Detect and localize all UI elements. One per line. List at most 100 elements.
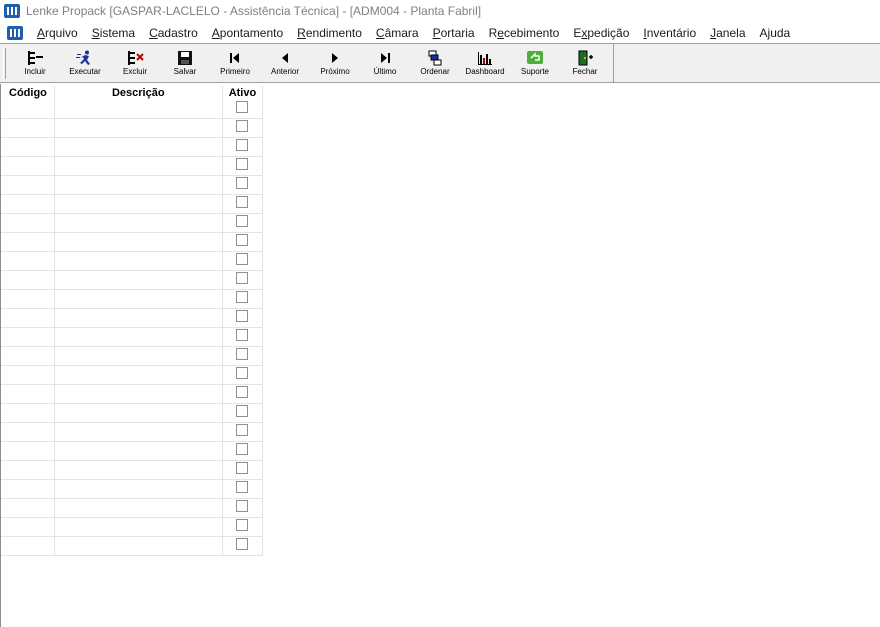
table-row[interactable] <box>1 251 264 271</box>
ultimo-button[interactable]: Último <box>360 47 410 80</box>
cell-descricao[interactable] <box>54 536 223 556</box>
cell-descricao[interactable] <box>54 137 223 157</box>
cell-descricao[interactable] <box>54 289 223 309</box>
table-row[interactable] <box>1 327 264 347</box>
cell-codigo[interactable] <box>1 346 55 366</box>
cell-codigo[interactable] <box>1 327 55 347</box>
cell-codigo[interactable] <box>1 137 55 157</box>
table-row[interactable] <box>1 232 264 252</box>
cell-descricao[interactable] <box>54 118 223 138</box>
table-row[interactable] <box>1 137 264 157</box>
cell-descricao[interactable] <box>54 384 223 404</box>
ordenar-button[interactable]: Ordenar <box>410 47 460 80</box>
document-window-icon[interactable] <box>7 25 23 40</box>
column-header-descricao[interactable]: Descrição <box>54 86 223 100</box>
toolbar-grip[interactable] <box>3 48 6 79</box>
cell-descricao[interactable] <box>54 441 223 461</box>
ativo-checkbox[interactable] <box>236 386 249 398</box>
cell-codigo[interactable] <box>1 308 55 328</box>
table-row[interactable] <box>1 175 264 195</box>
table-row[interactable] <box>1 498 264 518</box>
ativo-checkbox[interactable] <box>236 329 249 341</box>
menu-cadastro[interactable]: Cadastro <box>142 26 205 40</box>
proximo-button[interactable]: Próximo <box>310 47 360 80</box>
cell-codigo[interactable] <box>1 118 55 138</box>
column-header-codigo[interactable]: Código <box>1 86 55 100</box>
excluir-button[interactable]: Excluir <box>110 47 160 80</box>
ativo-checkbox[interactable] <box>236 120 249 132</box>
table-row[interactable] <box>1 365 264 385</box>
dashboard-button[interactable]: Dashboard <box>460 47 510 80</box>
table-row[interactable] <box>1 517 264 537</box>
cell-descricao[interactable] <box>54 422 223 442</box>
cell-descricao[interactable] <box>54 327 223 347</box>
menu-expedicao[interactable]: Expedição <box>566 26 636 40</box>
menu-portaria[interactable]: Portaria <box>426 26 482 40</box>
salvar-button[interactable]: Salvar <box>160 47 210 80</box>
cell-codigo[interactable] <box>1 384 55 404</box>
ativo-checkbox[interactable] <box>236 348 249 360</box>
ativo-checkbox[interactable] <box>236 215 249 227</box>
cell-codigo[interactable] <box>1 289 55 309</box>
menu-apontamento[interactable]: Apontamento <box>205 26 290 40</box>
cell-codigo[interactable] <box>1 479 55 499</box>
cell-descricao[interactable] <box>54 156 223 176</box>
cell-codigo[interactable] <box>1 100 55 119</box>
ativo-checkbox[interactable] <box>236 538 249 550</box>
ativo-checkbox[interactable] <box>236 139 249 151</box>
ativo-checkbox[interactable] <box>236 481 249 493</box>
app-logo-icon[interactable] <box>4 4 20 18</box>
table-row[interactable] <box>1 403 264 423</box>
cell-codigo[interactable] <box>1 498 55 518</box>
ativo-checkbox[interactable] <box>236 253 249 265</box>
table-row[interactable] <box>1 308 264 328</box>
ativo-checkbox[interactable] <box>236 424 249 436</box>
table-row[interactable] <box>1 100 264 119</box>
menu-janela[interactable]: Janela <box>703 26 752 40</box>
cell-descricao[interactable] <box>54 232 223 252</box>
incluir-button[interactable]: Incluir <box>10 47 60 80</box>
cell-descricao[interactable] <box>54 365 223 385</box>
cell-descricao[interactable] <box>54 100 223 119</box>
cell-descricao[interactable] <box>54 498 223 518</box>
ativo-checkbox[interactable] <box>236 101 249 113</box>
table-row[interactable] <box>1 441 264 461</box>
menu-rendimento[interactable]: Rendimento <box>290 26 369 40</box>
ativo-checkbox[interactable] <box>236 462 249 474</box>
menu-camara[interactable]: Câmara <box>369 26 426 40</box>
cell-codigo[interactable] <box>1 194 55 214</box>
cell-codigo[interactable] <box>1 460 55 480</box>
ativo-checkbox[interactable] <box>236 405 249 417</box>
cell-codigo[interactable] <box>1 365 55 385</box>
ativo-checkbox[interactable] <box>236 177 249 189</box>
ativo-checkbox[interactable] <box>236 443 249 455</box>
table-row[interactable] <box>1 422 264 442</box>
cell-descricao[interactable] <box>54 175 223 195</box>
cell-descricao[interactable] <box>54 308 223 328</box>
cell-descricao[interactable] <box>54 346 223 366</box>
cell-descricao[interactable] <box>54 251 223 271</box>
cell-codigo[interactable] <box>1 441 55 461</box>
cell-codigo[interactable] <box>1 251 55 271</box>
menu-inventario[interactable]: Inventário <box>636 26 703 40</box>
cell-descricao[interactable] <box>54 460 223 480</box>
cell-descricao[interactable] <box>54 517 223 537</box>
cell-descricao[interactable] <box>54 403 223 423</box>
cell-codigo[interactable] <box>1 213 55 233</box>
cell-codigo[interactable] <box>1 232 55 252</box>
table-row[interactable] <box>1 118 264 138</box>
primeiro-button[interactable]: Primeiro <box>210 47 260 80</box>
ativo-checkbox[interactable] <box>236 272 249 284</box>
table-row[interactable] <box>1 384 264 404</box>
ativo-checkbox[interactable] <box>236 291 249 303</box>
cell-codigo[interactable] <box>1 536 55 556</box>
table-row[interactable] <box>1 289 264 309</box>
cell-codigo[interactable] <box>1 422 55 442</box>
cell-descricao[interactable] <box>54 194 223 214</box>
column-header-ativo[interactable]: Ativo <box>222 86 264 100</box>
cell-codigo[interactable] <box>1 270 55 290</box>
ativo-checkbox[interactable] <box>236 158 249 170</box>
cell-codigo[interactable] <box>1 175 55 195</box>
cell-codigo[interactable] <box>1 517 55 537</box>
table-row[interactable] <box>1 346 264 366</box>
